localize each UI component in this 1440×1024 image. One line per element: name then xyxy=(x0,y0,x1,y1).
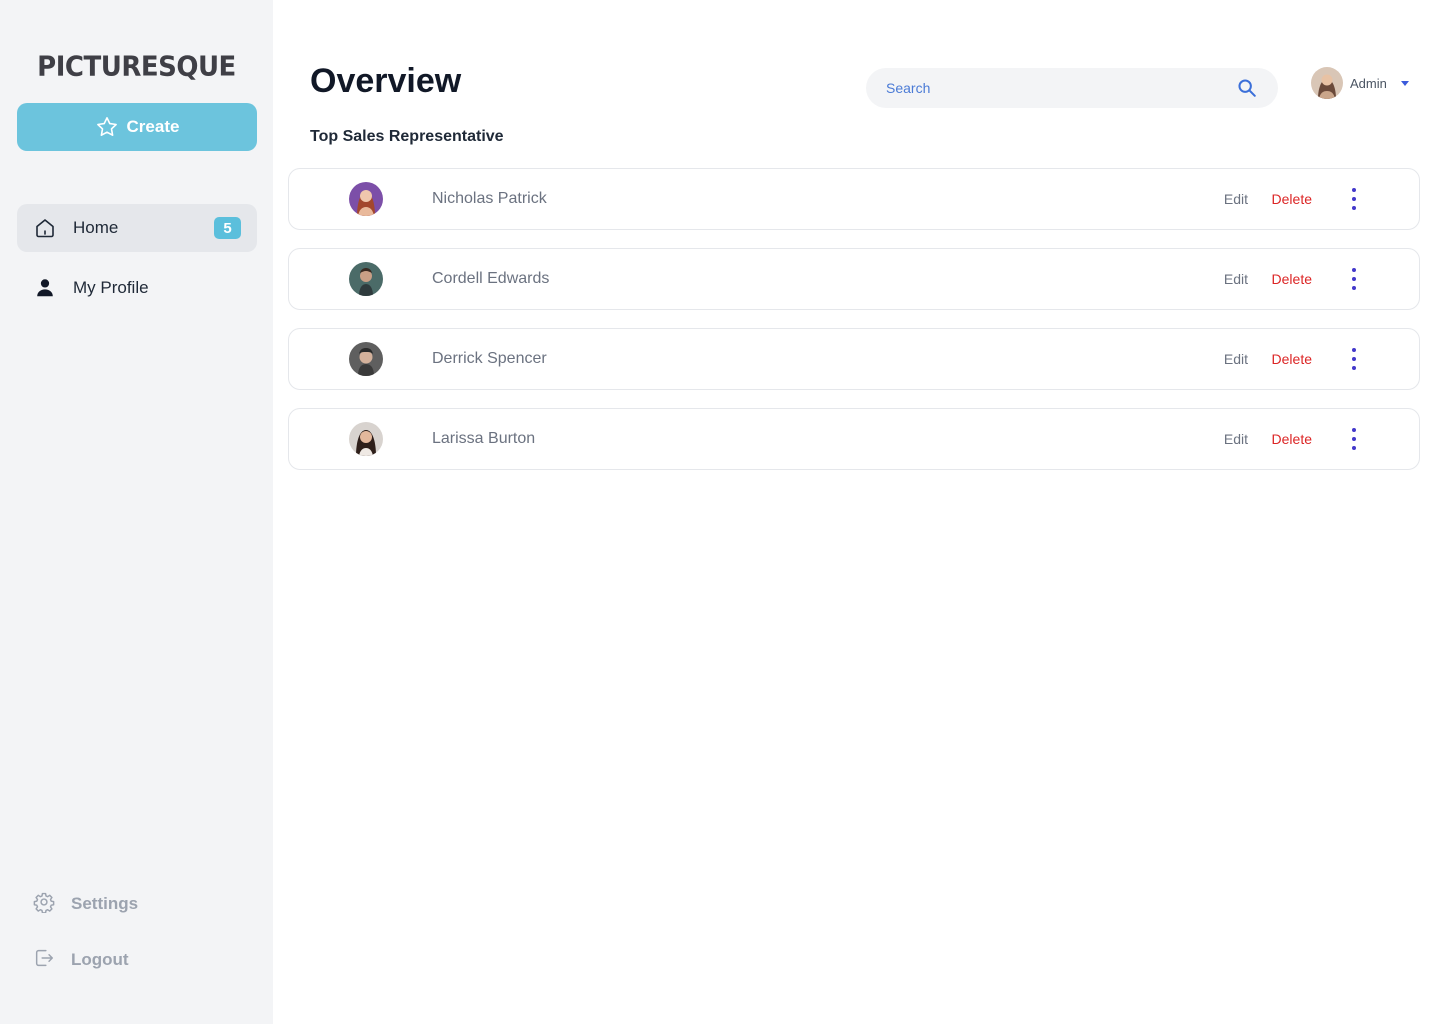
more-options-icon[interactable] xyxy=(1347,186,1361,212)
delete-button[interactable]: Delete xyxy=(1272,271,1312,287)
edit-button[interactable]: Edit xyxy=(1224,351,1248,367)
page-title: Overview xyxy=(310,62,462,100)
edit-button[interactable]: Edit xyxy=(1224,191,1248,207)
delete-button[interactable]: Delete xyxy=(1272,431,1312,447)
rep-name: Cordell Edwards xyxy=(432,270,550,287)
delete-button[interactable]: Delete xyxy=(1272,351,1312,367)
search-bar[interactable] xyxy=(866,68,1278,108)
sidebar-item-logout[interactable]: Logout xyxy=(17,940,257,980)
user-icon xyxy=(33,276,57,300)
list-item: Cordell Edwards Edit Delete xyxy=(288,248,1420,310)
user-name: Admin xyxy=(1350,75,1387,91)
search-icon[interactable] xyxy=(1236,77,1258,99)
section-title: Top Sales Representative xyxy=(310,128,504,145)
more-options-icon[interactable] xyxy=(1347,266,1361,292)
sidebar: PICTURESQUE Create Home 5 My Profile Set… xyxy=(0,0,273,1024)
rep-name: Nicholas Patrick xyxy=(432,190,547,207)
rep-name: Larissa Burton xyxy=(432,430,536,447)
sidebar-item-label: Settings xyxy=(71,894,139,913)
avatar xyxy=(349,262,383,296)
delete-button[interactable]: Delete xyxy=(1272,191,1312,207)
more-options-icon[interactable] xyxy=(1347,426,1361,452)
logout-icon xyxy=(33,947,55,974)
list-item: Derrick Spencer Edit Delete xyxy=(288,328,1420,390)
search-input[interactable] xyxy=(886,80,1236,96)
gear-icon xyxy=(33,891,55,918)
edit-button[interactable]: Edit xyxy=(1224,271,1248,287)
sidebar-item-settings[interactable]: Settings xyxy=(17,884,257,924)
sidebar-item-label: Home xyxy=(73,218,119,237)
avatar xyxy=(349,342,383,376)
star-icon xyxy=(96,117,117,136)
user-menu[interactable]: Admin xyxy=(1311,67,1409,99)
sidebar-item-home[interactable]: Home 5 xyxy=(17,204,257,252)
avatar xyxy=(349,422,383,456)
create-button[interactable]: Create xyxy=(17,103,257,151)
sidebar-item-label: Logout xyxy=(71,950,129,969)
sales-rep-list: Nicholas Patrick Edit Delete Cordell Edw… xyxy=(288,168,1420,488)
home-icon xyxy=(33,216,57,240)
sidebar-item-my-profile[interactable]: My Profile xyxy=(17,264,257,312)
list-item: Nicholas Patrick Edit Delete xyxy=(288,168,1420,230)
chevron-down-icon[interactable] xyxy=(1400,80,1409,86)
more-options-icon[interactable] xyxy=(1347,346,1361,372)
brand-logo: PICTURESQUE xyxy=(37,51,236,83)
notification-badge: 5 xyxy=(214,217,241,239)
sidebar-item-label: My Profile xyxy=(73,278,149,297)
avatar xyxy=(349,182,383,216)
create-button-label: Create xyxy=(126,117,180,136)
avatar xyxy=(1311,67,1343,99)
edit-button[interactable]: Edit xyxy=(1224,431,1248,447)
list-item: Larissa Burton Edit Delete xyxy=(288,408,1420,470)
rep-name: Derrick Spencer xyxy=(432,350,547,367)
